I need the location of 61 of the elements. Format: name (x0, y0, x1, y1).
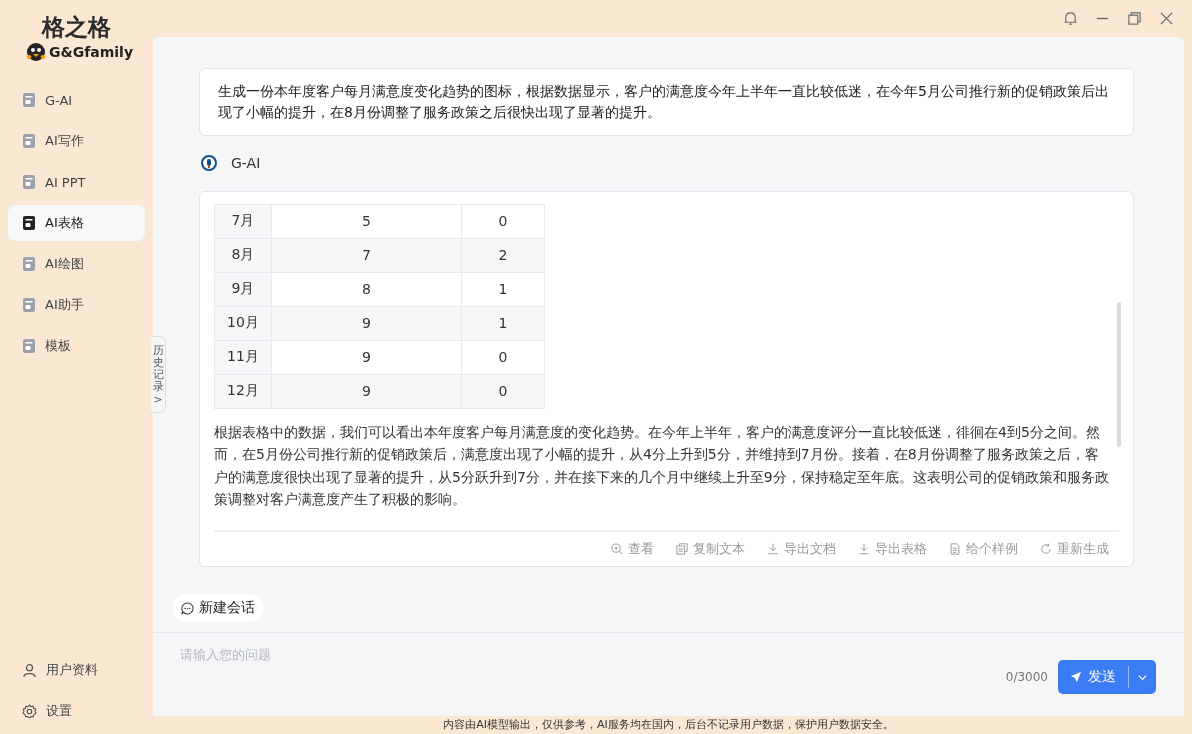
table-cell: 1 (461, 272, 545, 307)
table-cell: 7月 (214, 204, 272, 239)
download-icon (767, 543, 779, 555)
table-cell: 0 (461, 374, 545, 409)
sidebar-item[interactable]: AI写作 (8, 123, 145, 159)
table-cell: 1 (461, 306, 545, 341)
table-cell: 5 (271, 204, 462, 239)
bird-logo-icon (25, 42, 46, 62)
new-chat-button[interactable]: 新建会话 (172, 594, 264, 622)
brand-title: 格之格 (42, 12, 111, 42)
profile-link[interactable]: 用户资料 (8, 652, 145, 688)
table-cell: 9 (271, 340, 462, 375)
table-cell: 9 (271, 374, 462, 409)
document-icon (22, 174, 36, 190)
restore-icon[interactable] (1127, 11, 1142, 26)
table-cell: 11月 (214, 340, 272, 375)
sidebar-item[interactable]: AI绘图 (8, 246, 145, 282)
question-input[interactable]: 请输入您的问题 (180, 633, 1156, 662)
table-cell: 8 (271, 272, 462, 307)
close-icon[interactable] (1159, 11, 1174, 26)
document-icon (949, 543, 961, 555)
table-cell: 7 (271, 238, 462, 273)
answer-paragraph: 根据表格中的数据，我们可以看出本年度客户每月满意度的变化趋势。在今年上半年，客户的满意度评分一直比较低迷，徘徊在4到5分之间。然而，在5月份公司推行新的促销政策后，满意度出现了小幅的提升，从4分上升到5分，并维持到7月份。接着，在8月份调整了服务政策之后，客户的满意度很快出现了显著的提升，从5分跃升到7分，并在接下来的几个月中继续上升至9分，保持稳定至年底。这表明公司的促销政策和服务政策调整对客户满意度产生了积极的影响。 (214, 422, 1109, 510)
document-icon (22, 297, 36, 313)
sidebar-item[interactable]: AI表格 (8, 205, 145, 241)
bell-icon[interactable] (1063, 11, 1078, 26)
settings-icon (22, 703, 37, 719)
chat-bubble-icon (181, 601, 194, 615)
user-message: 生成一份本年度客户每月满意度变化趋势的图标，根据数据显示，客户的满意度今年上半年一直比较低迷，在今年5月公司推行新的促销政策后出现了小幅的提升，在8月份调整了服务政策之后很快出现了显著的提升。 (199, 68, 1134, 136)
send-button[interactable]: 发送 (1058, 660, 1156, 694)
copy-icon (676, 543, 688, 555)
download-icon (858, 543, 870, 555)
zoom-in-icon (611, 543, 623, 555)
document-icon (22, 256, 36, 272)
table-cell: 9 (271, 306, 462, 341)
bot-name: G-AI (231, 155, 261, 172)
sidebar-item[interactable]: AI助手 (8, 287, 145, 323)
document-icon (22, 133, 36, 149)
scrollbar-thumb[interactable] (1117, 301, 1121, 447)
paper-plane-icon (1070, 671, 1082, 683)
table-cell: 12月 (214, 374, 272, 409)
document-icon (22, 92, 36, 108)
table-cell: 0 (461, 340, 545, 375)
refresh-icon (1040, 543, 1052, 555)
bot-avatar-icon (201, 155, 217, 172)
disclaimer-text: 内容由AI模型输出，仅供参考，AI服务均在国内，后台不记录用户数据，保护用户数据安全。 (442, 717, 895, 733)
table-cell: 10月 (214, 306, 272, 341)
character-counter: 0/3000 (1005, 670, 1048, 684)
sidebar-item[interactable]: G-AI (8, 82, 145, 118)
table-cell: 2 (461, 238, 545, 273)
table-cell: 8月 (214, 238, 272, 273)
document-icon (22, 215, 36, 231)
sidebar-item[interactable]: AI PPT (8, 164, 145, 200)
table-cell: 0 (461, 204, 545, 239)
brand-name: G&Gfamily (48, 44, 133, 60)
history-tab[interactable]: 历史记录 > (151, 336, 166, 414)
table-cell: 9月 (214, 272, 272, 307)
settings-link[interactable]: 设置 (8, 693, 145, 729)
user-icon (22, 662, 37, 678)
document-icon (22, 338, 36, 354)
sidebar-item[interactable]: 模板 (8, 328, 145, 364)
